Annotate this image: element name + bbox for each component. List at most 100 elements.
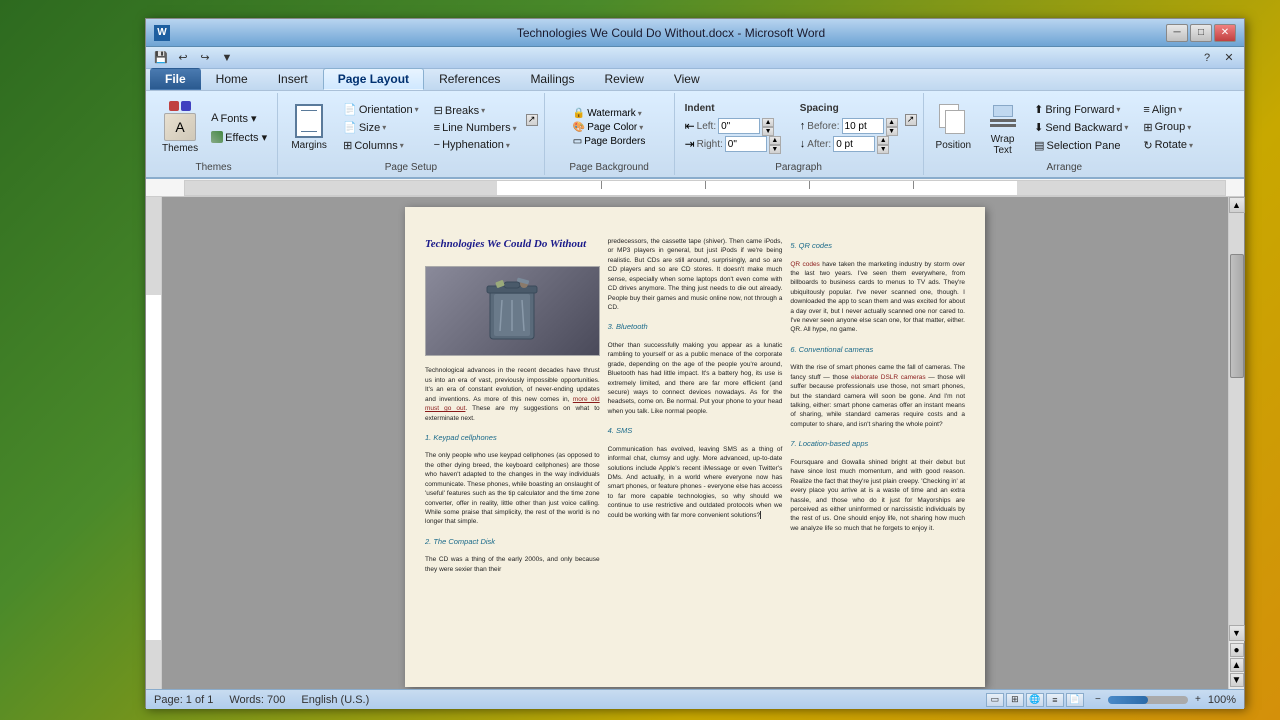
size-icon: 📄 bbox=[343, 121, 357, 134]
ribbon-group-paragraph: Indent ⇤ Left: 0" ▲ ▼ ⇥ Right: 0" bbox=[675, 93, 924, 175]
word-icon: W bbox=[154, 25, 170, 41]
margins-button[interactable]: Margins bbox=[284, 96, 334, 160]
close-doc-icon[interactable]: ✕ bbox=[1220, 49, 1238, 67]
vertical-scrollbar[interactable]: ▲ ▼ ● ▲ ▼ bbox=[1228, 197, 1244, 689]
prev-page-button[interactable]: ▲ bbox=[1230, 658, 1244, 672]
scroll-thumb[interactable] bbox=[1230, 254, 1244, 378]
watermark-button[interactable]: 🔒 Watermark ▾ bbox=[569, 107, 650, 120]
columns-button[interactable]: ⊞ Columns ▾ bbox=[339, 137, 408, 154]
col2-heading-2: 4. SMS bbox=[608, 426, 783, 437]
vruler-active bbox=[146, 295, 161, 639]
paragraph-dialog-launcher[interactable]: ↗ bbox=[905, 114, 917, 126]
position-button[interactable]: Position bbox=[930, 96, 978, 160]
align-button[interactable]: ≡ Align ▾ bbox=[1139, 102, 1186, 118]
indent-left-label: Left: bbox=[697, 121, 716, 132]
web-layout-button[interactable]: 🌐 bbox=[1026, 693, 1044, 707]
tab-references[interactable]: References bbox=[424, 68, 515, 90]
line-numbers-label: Line Numbers bbox=[442, 122, 510, 134]
themes-group-label: Themes bbox=[196, 162, 232, 173]
send-backward-button[interactable]: ⬇ Send Backward ▾ bbox=[1030, 119, 1132, 136]
line-numbers-button[interactable]: ≡ Line Numbers ▾ bbox=[430, 120, 521, 136]
maximize-button[interactable]: □ bbox=[1190, 24, 1212, 42]
hyphenation-button[interactable]: − Hyphenation ▾ bbox=[430, 137, 514, 153]
theme-color-red bbox=[169, 101, 179, 111]
page-background-group-label: Page Background bbox=[569, 162, 649, 173]
vruler-margin-top bbox=[146, 197, 161, 295]
rotate-button[interactable]: ↻ Rotate ▾ bbox=[1139, 137, 1197, 154]
indent-left-icon: ⇤ bbox=[685, 119, 695, 133]
spacing-before-spinner[interactable]: ▲ ▼ bbox=[886, 118, 898, 134]
text-cursor bbox=[760, 511, 761, 519]
zoom-fill bbox=[1108, 696, 1148, 704]
scroll-up-button[interactable]: ▲ bbox=[1229, 197, 1245, 213]
tab-file[interactable]: File bbox=[150, 68, 201, 90]
scroll-track[interactable] bbox=[1229, 213, 1244, 625]
col2-text-1: predecessors, the cassette tape (shiver)… bbox=[608, 237, 783, 312]
spacing-before-icon: ↑ bbox=[800, 120, 806, 132]
paragraph-group-label: Paragraph bbox=[775, 162, 822, 173]
indent-right-label: Right: bbox=[697, 139, 723, 150]
spacing-after-spinner[interactable]: ▲ ▼ bbox=[877, 136, 889, 152]
fonts-button[interactable]: A Fonts ▾ bbox=[207, 110, 271, 127]
send-backward-icon: ⬇ bbox=[1034, 121, 1043, 134]
select-browse-object-button[interactable]: ● bbox=[1230, 643, 1244, 657]
themes-button[interactable]: A Themes bbox=[156, 96, 204, 160]
group-button[interactable]: ⊞ Group ▾ bbox=[1139, 119, 1195, 136]
col1-heading-1: 1. Keypad cellphones bbox=[425, 433, 600, 444]
outline-button[interactable]: ≡ bbox=[1046, 693, 1064, 707]
tab-review[interactable]: Review bbox=[589, 68, 658, 90]
indent-left-input[interactable]: 0" bbox=[718, 118, 760, 134]
scroll-down-button[interactable]: ▼ bbox=[1229, 625, 1245, 641]
indent-left-spinner[interactable]: ▲ ▼ bbox=[762, 118, 774, 134]
tab-home[interactable]: Home bbox=[201, 68, 263, 90]
redo-button[interactable]: ↪ bbox=[196, 49, 214, 67]
tab-page-layout[interactable]: Page Layout bbox=[323, 68, 424, 90]
page-borders-button[interactable]: ▭ Page Borders bbox=[569, 135, 650, 148]
fonts-icon: A bbox=[211, 112, 218, 124]
zoom-out-button[interactable]: − bbox=[1092, 694, 1104, 706]
indent-right-spinner[interactable]: ▲ ▼ bbox=[769, 136, 781, 152]
document-title: Technologies We Could Do Without bbox=[425, 237, 600, 252]
spacing-before-input[interactable] bbox=[842, 118, 884, 134]
tab-mailings[interactable]: Mailings bbox=[515, 68, 589, 90]
close-button[interactable]: ✕ bbox=[1214, 24, 1236, 42]
selection-pane-button[interactable]: ▤ Selection Pane bbox=[1030, 137, 1124, 154]
zoom-in-button[interactable]: + bbox=[1192, 694, 1204, 706]
col3-heading-1: 5. QR codes bbox=[790, 241, 965, 252]
col2-heading-1: 3. Bluetooth bbox=[608, 322, 783, 333]
breaks-label: Breaks bbox=[445, 105, 479, 117]
indent-right-input[interactable]: 0" bbox=[725, 136, 767, 152]
watermark-label: Watermark bbox=[587, 108, 636, 119]
bring-forward-button[interactable]: ⬆ Bring Forward ▾ bbox=[1030, 101, 1124, 118]
customize-qat-button[interactable]: ▼ bbox=[218, 49, 236, 67]
page-borders-icon: ▭ bbox=[573, 136, 582, 147]
minimize-button[interactable]: ─ bbox=[1166, 24, 1188, 42]
save-button[interactable]: 💾 bbox=[152, 49, 170, 67]
align-icon: ≡ bbox=[1143, 104, 1149, 116]
page-color-button[interactable]: 🎨 Page Color ▾ bbox=[569, 121, 650, 134]
spacing-after-input[interactable] bbox=[833, 136, 875, 152]
document-image bbox=[425, 266, 600, 356]
ruler-active bbox=[497, 181, 1017, 195]
page-setup-dialog-launcher[interactable]: ↗ bbox=[526, 114, 538, 126]
wrap-text-button[interactable]: WrapText bbox=[980, 96, 1025, 160]
vruler-margin-bottom bbox=[146, 640, 161, 689]
page-color-icon: 🎨 bbox=[573, 122, 585, 133]
next-page-button[interactable]: ▼ bbox=[1230, 673, 1244, 687]
full-screen-button[interactable]: ⊞ bbox=[1006, 693, 1024, 707]
tab-view[interactable]: View bbox=[659, 68, 715, 90]
print-layout-button[interactable]: ▭ bbox=[986, 693, 1004, 707]
orientation-button[interactable]: 📄 Orientation ▾ bbox=[339, 101, 423, 118]
zoom-slider[interactable] bbox=[1108, 696, 1188, 704]
draft-button[interactable]: 📄 bbox=[1066, 693, 1084, 707]
tab-insert[interactable]: Insert bbox=[263, 68, 323, 90]
help-icon[interactable]: ? bbox=[1198, 49, 1216, 67]
effects-button[interactable]: Effects ▾ bbox=[207, 129, 271, 146]
page-indicator: Page: 1 of 1 bbox=[154, 694, 213, 706]
breaks-button[interactable]: ⊟ Breaks ▾ bbox=[430, 102, 489, 119]
line-numbers-icon: ≡ bbox=[434, 122, 440, 134]
undo-button[interactable]: ↩ bbox=[174, 49, 192, 67]
size-button[interactable]: 📄 Size ▾ bbox=[339, 119, 390, 136]
orientation-icon: 📄 bbox=[343, 103, 357, 116]
col1-intro-text: Technological advances in the recent dec… bbox=[425, 366, 600, 423]
